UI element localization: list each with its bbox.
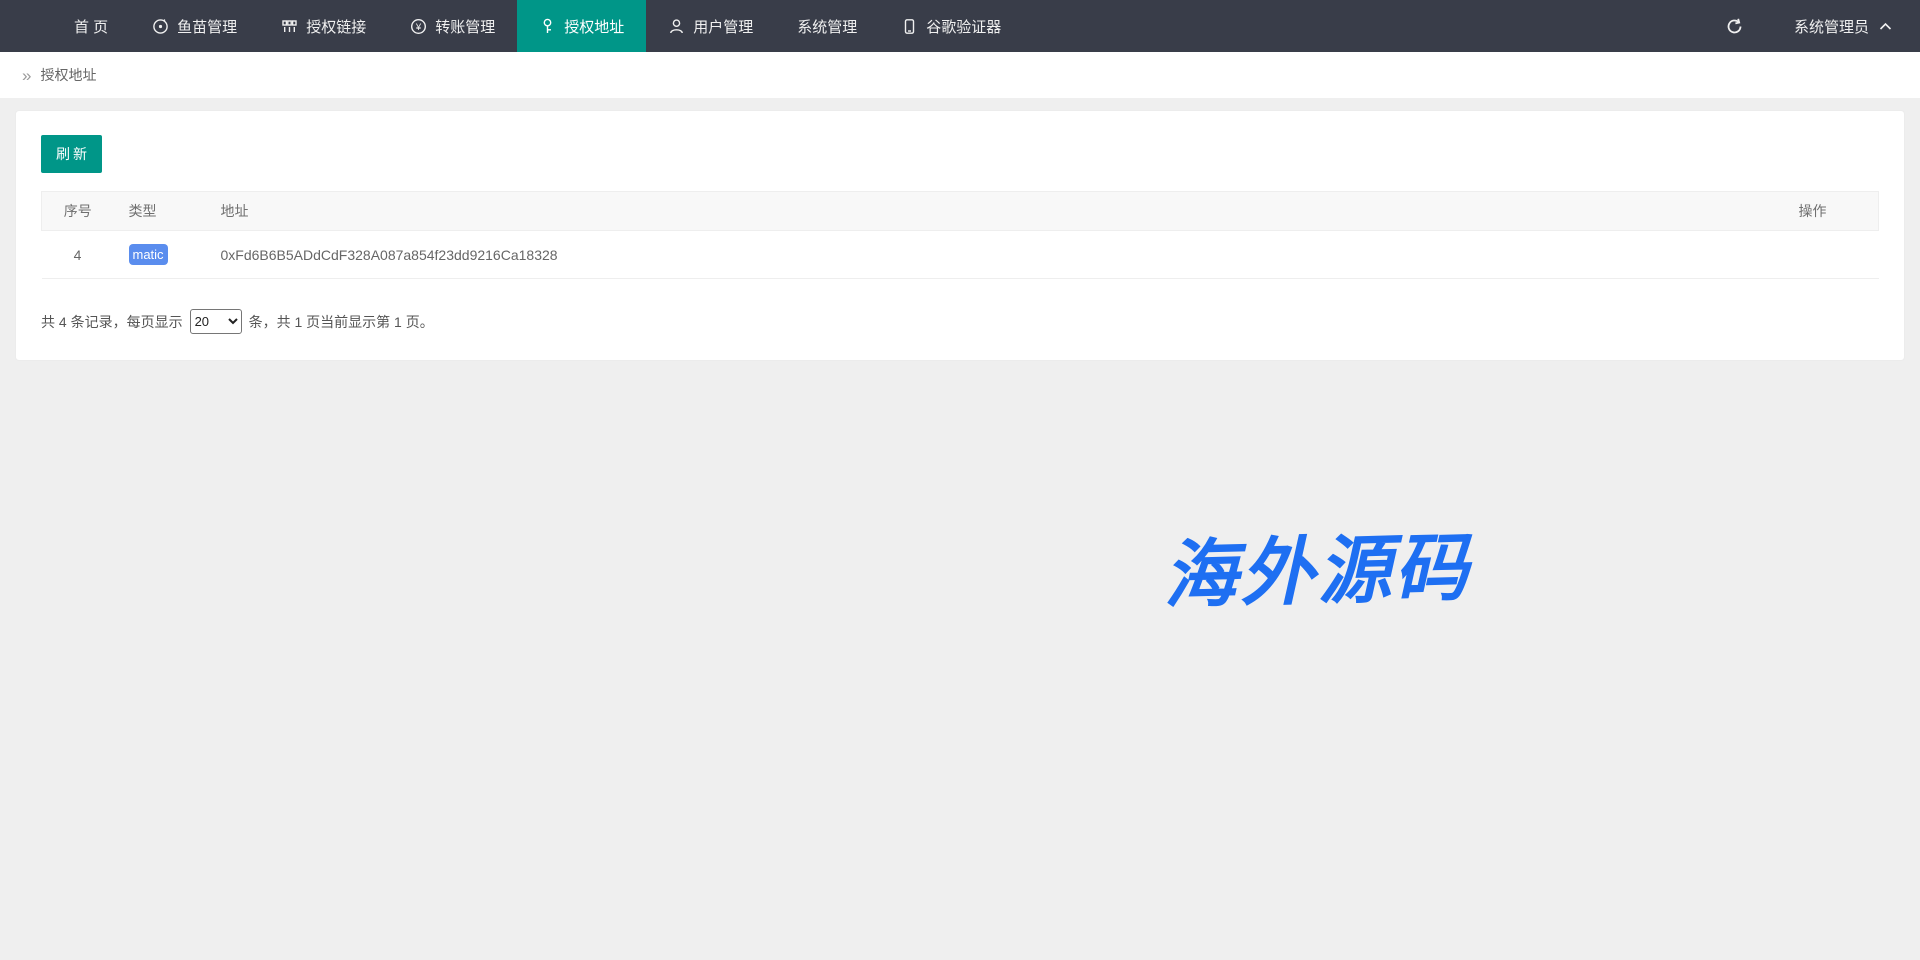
- address-table: 序号 类型 地址 操作 4 matic 0xFd6B6B5ADdCdF328A0…: [41, 191, 1879, 279]
- nav-item-label: 鱼苗管理: [177, 16, 237, 37]
- nav-item-auth-links[interactable]: 授权链接: [259, 0, 388, 52]
- nav-item-system-management[interactable]: 系统管理: [775, 0, 879, 52]
- nav-item-label: 谷歌验证器: [926, 16, 1001, 37]
- breadcrumb-label: 授权地址: [40, 65, 96, 85]
- col-header-type: 类型: [114, 192, 206, 231]
- phone-icon: [901, 18, 918, 35]
- pagination: 共 4 条记录，每页显示 20 条，共 1 页当前显示第 1 页。: [41, 309, 1879, 334]
- nav-item-user-management[interactable]: 用户管理: [646, 0, 775, 52]
- nav-item-label: 授权链接: [306, 16, 366, 37]
- pagination-suffix: 条，共 1 页当前显示第 1 页。: [249, 312, 434, 332]
- nav-item-label: 用户管理: [693, 16, 753, 37]
- nav-item-label: 首 页: [74, 16, 108, 37]
- top-navbar: 首 页 鱼苗管理: [0, 0, 1920, 52]
- address-value: 0xFd6B6B5ADdCdF328A087a854f23dd9216Ca183…: [221, 247, 558, 263]
- yen-circle-icon: ¥: [410, 18, 427, 35]
- pagination-prefix: 共 4 条记录，每页显示: [41, 312, 183, 332]
- cell-action: [1784, 231, 1879, 279]
- table-row: 4 matic 0xFd6B6B5ADdCdF328A087a854f23dd9…: [42, 231, 1879, 279]
- nav-item-label: 转账管理: [435, 16, 495, 37]
- col-header-action: 操作: [1784, 192, 1879, 231]
- nav-item-google-authenticator[interactable]: 谷歌验证器: [879, 0, 1023, 52]
- svg-text:¥: ¥: [415, 22, 422, 33]
- cell-index: 4: [42, 231, 114, 279]
- page-size-select[interactable]: 20: [190, 309, 242, 334]
- nav-item-label: 授权地址: [564, 16, 624, 37]
- nav-item-auth-addresses[interactable]: 授权地址: [517, 0, 646, 52]
- nav-menu: 首 页 鱼苗管理: [52, 0, 1023, 52]
- type-badge: matic: [129, 244, 168, 265]
- grid-icon: [281, 18, 298, 35]
- col-header-address: 地址: [206, 192, 1784, 231]
- content-card: 刷新 序号 类型 地址 操作 4 matic 0xFd6B6B5ADdCdF32…: [15, 110, 1905, 361]
- refresh-icon[interactable]: [1725, 17, 1744, 36]
- breadcrumb: » 授权地址: [0, 52, 1920, 98]
- refresh-button[interactable]: 刷新: [41, 135, 102, 173]
- watermark-text: 海外源码: [1162, 508, 1473, 623]
- table-header-row: 序号 类型 地址 操作: [42, 192, 1879, 231]
- key-icon: [539, 18, 556, 35]
- breadcrumb-arrows-icon: »: [22, 67, 31, 84]
- nav-right-area: 系统管理员: [1725, 0, 1920, 52]
- cell-address: 0xFd6B6B5ADdCdF328A087a854f23dd9216Ca183…: [206, 231, 1784, 279]
- nav-item-fry-management[interactable]: 鱼苗管理: [130, 0, 259, 52]
- clock-icon: [152, 18, 169, 35]
- user-menu[interactable]: 系统管理员: [1794, 16, 1892, 37]
- chevron-up-icon: [1879, 22, 1892, 31]
- nav-item-home[interactable]: 首 页: [52, 0, 130, 52]
- nav-item-label: 系统管理: [797, 16, 857, 37]
- col-header-index: 序号: [42, 192, 114, 231]
- cell-type: matic: [114, 231, 206, 279]
- nav-item-transfer-management[interactable]: ¥ 转账管理: [388, 0, 517, 52]
- user-name: 系统管理员: [1794, 16, 1869, 37]
- user-icon: [668, 18, 685, 35]
